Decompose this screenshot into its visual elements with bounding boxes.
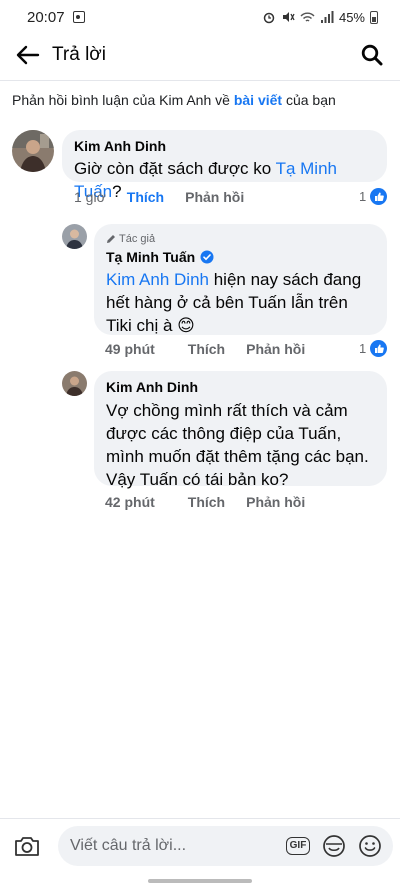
reaction-number: 1: [359, 341, 367, 356]
avatar[interactable]: [62, 224, 87, 249]
home-indicator[interactable]: [148, 879, 252, 883]
mention-link[interactable]: Kim Anh Dinh: [106, 270, 209, 289]
author-badge: Tác giả: [106, 232, 375, 246]
context-suffix: của bạn: [282, 92, 336, 108]
comment-actions: 42 phút Thích Phản hồi: [105, 494, 326, 510]
emoji-icon[interactable]: [355, 831, 385, 861]
like-button[interactable]: Thích: [188, 341, 225, 357]
wifi-icon: [300, 12, 315, 22]
comment-author[interactable]: Kim Anh Dinh: [106, 378, 375, 396]
comment-text: Kim Anh Dinh hiện nay sách đang hết hàng…: [106, 268, 375, 337]
reply-button[interactable]: Phản hồi: [246, 341, 305, 357]
reply-input-container: GIF: [58, 826, 393, 866]
comment-author[interactable]: Tạ Minh Tuấn: [106, 248, 195, 266]
signal-icon: [320, 10, 334, 23]
battery-icon: [370, 10, 378, 24]
status-time: 20:07: [27, 8, 65, 26]
thumbs-up-icon: [370, 340, 388, 357]
gif-icon[interactable]: GIF: [283, 831, 313, 861]
back-arrow-icon[interactable]: [14, 41, 42, 69]
comment-text: Vợ chồng mình rất thích và cảm được các …: [106, 401, 369, 489]
sticker-icon[interactable]: [319, 831, 349, 861]
like-button[interactable]: Thích: [188, 494, 225, 510]
reply-input[interactable]: [70, 837, 277, 855]
page-title: Trả lời: [52, 44, 106, 65]
reply-composer: GIF: [0, 818, 400, 873]
avatar[interactable]: [12, 130, 54, 172]
comment-actions: 49 phút Thích Phản hồi: [105, 341, 326, 357]
notification-icon: [72, 11, 85, 23]
reply-button[interactable]: Phản hồi: [246, 494, 305, 510]
app-header: Trả lời: [0, 34, 400, 76]
post-link[interactable]: bài viết: [234, 92, 282, 108]
verified-icon: [200, 250, 214, 264]
status-icons: 45%: [262, 10, 378, 25]
reply-button[interactable]: Phản hồi: [185, 189, 244, 205]
reply-context: Phản hồi bình luận của Kim Anh về bài vi…: [12, 90, 390, 110]
comment-actions: 1 giờ Thích Phản hồi: [74, 189, 265, 205]
reaction-count[interactable]: 1: [359, 340, 388, 357]
comment-author[interactable]: Kim Anh Dinh: [74, 137, 375, 155]
reaction-number: 1: [359, 189, 367, 204]
status-bar: 20:07 45%: [0, 0, 400, 34]
like-button[interactable]: Thích: [127, 189, 164, 205]
alarm-icon: [263, 12, 275, 24]
comment-bubble[interactable]: Tác giả Tạ Minh Tuấn Kim Anh Dinh hiện n…: [94, 224, 387, 335]
gif-label: GIF: [285, 837, 311, 855]
header-divider: [0, 80, 400, 81]
reaction-count[interactable]: 1: [359, 188, 388, 205]
avatar[interactable]: [62, 371, 87, 396]
comment-time: 42 phút: [105, 494, 155, 510]
pencil-icon: [107, 235, 115, 243]
comment-bubble[interactable]: Kim Anh Dinh Vợ chồng mình rất thích và …: [94, 371, 387, 489]
camera-icon[interactable]: [14, 831, 40, 861]
comment-time: 1 giờ: [74, 189, 106, 205]
comment-author-row: Tạ Minh Tuấn: [106, 248, 375, 266]
mute-icon: [282, 12, 295, 22]
comment-bubble[interactable]: Kim Anh Dinh Giờ còn đặt sách được ko Tạ…: [62, 130, 387, 201]
comment-text-part: Giờ còn đặt sách được ko: [74, 159, 276, 178]
battery-percent: 45%: [338, 9, 365, 25]
search-icon[interactable]: [358, 41, 386, 69]
thumbs-up-icon: [370, 188, 388, 205]
author-badge-label: Tác giả: [119, 233, 156, 245]
comment-time: 49 phút: [105, 341, 155, 357]
context-prefix: Phản hồi bình luận của Kim Anh về: [12, 92, 234, 108]
